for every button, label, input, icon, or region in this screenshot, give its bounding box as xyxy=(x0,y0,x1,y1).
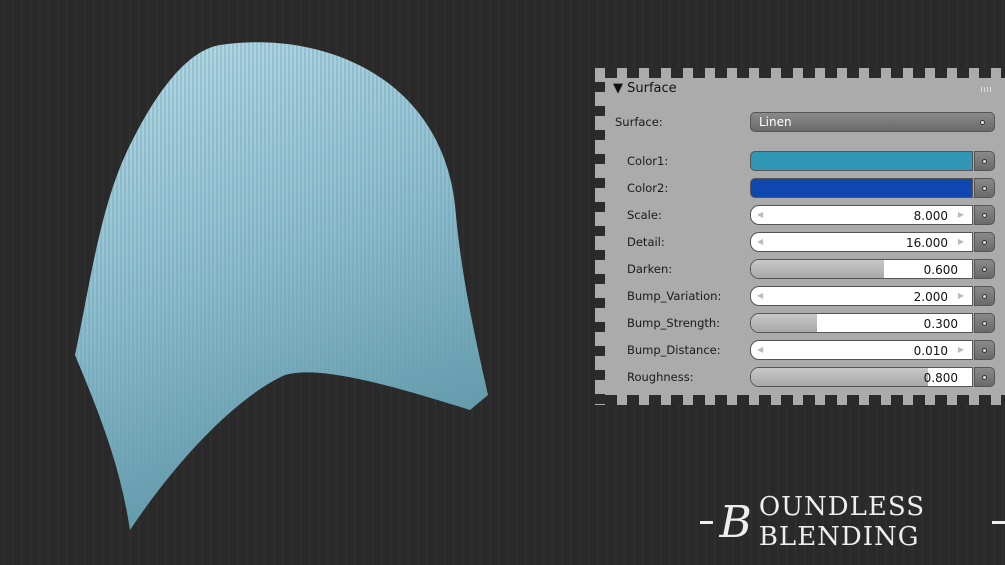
socket-link-button[interactable] xyxy=(974,205,995,225)
panel-title: Surface xyxy=(627,81,677,96)
slider-fill xyxy=(751,368,928,386)
socket-link-button[interactable] xyxy=(974,313,995,333)
perforated-edge xyxy=(595,68,1005,78)
increment-arrow-icon[interactable]: ▶ xyxy=(958,291,964,300)
surface-row: Surface: Linen xyxy=(595,112,1005,132)
property-label: Color2: xyxy=(627,181,669,195)
cloth-render xyxy=(75,42,488,531)
property-label: Color1: xyxy=(627,154,669,168)
decrement-arrow-icon[interactable]: ◀ xyxy=(757,291,763,300)
increment-arrow-icon[interactable]: ▶ xyxy=(958,237,964,246)
property-row: Color2: xyxy=(595,178,1005,198)
slider-field[interactable]: 0.800 xyxy=(750,367,973,387)
field-value: 0.300 xyxy=(923,317,958,331)
color-swatch[interactable] xyxy=(750,151,973,171)
number-field[interactable]: ◀ 2.000 ▶ xyxy=(750,286,973,306)
socket-link-button[interactable] xyxy=(974,259,995,279)
slider-field[interactable]: 0.300 xyxy=(750,313,973,333)
property-row: Roughness: 0.800 xyxy=(595,367,1005,387)
slider-fill xyxy=(751,314,818,332)
color-swatch[interactable] xyxy=(750,178,973,198)
decrement-arrow-icon[interactable]: ◀ xyxy=(757,210,763,219)
property-label: Bump_Variation: xyxy=(627,289,722,303)
field-value: 16.000 xyxy=(906,236,948,250)
property-label: Roughness: xyxy=(627,370,694,384)
surface-label: Surface: xyxy=(615,115,663,129)
property-row: Darken: 0.600 xyxy=(595,259,1005,279)
socket-link-button[interactable] xyxy=(974,367,995,387)
field-value: 2.000 xyxy=(913,290,948,304)
slider-fill xyxy=(751,260,884,278)
perforated-edge xyxy=(595,395,1005,405)
property-label: Bump_Distance: xyxy=(627,343,721,357)
decrement-arrow-icon[interactable]: ◀ xyxy=(757,237,763,246)
property-row: Bump_Strength: 0.300 xyxy=(595,313,1005,333)
field-value: 0.010 xyxy=(913,344,948,358)
number-field[interactable]: ◀ 16.000 ▶ xyxy=(750,232,973,252)
property-label: Bump_Strength: xyxy=(627,316,721,330)
number-field[interactable]: ◀ 0.010 ▶ xyxy=(750,340,973,360)
boundless-blending-logo: B OUNDLESS BLENDING xyxy=(700,492,1005,552)
socket-link-button[interactable] xyxy=(974,232,995,252)
field-value: 0.800 xyxy=(923,371,958,385)
property-label: Scale: xyxy=(627,208,662,222)
socket-icon xyxy=(982,186,987,191)
socket-icon xyxy=(982,294,987,299)
increment-arrow-icon[interactable]: ▶ xyxy=(958,210,964,219)
socket-link-button[interactable] xyxy=(974,340,995,360)
property-row: Color1: xyxy=(595,151,1005,171)
increment-arrow-icon[interactable]: ▶ xyxy=(958,345,964,354)
socket-icon xyxy=(982,267,987,272)
property-row: Scale: ◀ 8.000 ▶ xyxy=(595,205,1005,225)
socket-icon xyxy=(982,240,987,245)
property-row: Bump_Distance: ◀ 0.010 ▶ xyxy=(595,340,1005,360)
field-value: 8.000 xyxy=(913,209,948,223)
decrement-arrow-icon[interactable]: ◀ xyxy=(757,345,763,354)
field-value: 0.600 xyxy=(923,263,958,277)
socket-icon xyxy=(982,321,987,326)
socket-link-button[interactable] xyxy=(974,178,995,198)
panel-header[interactable]: ▼ Surface xyxy=(613,81,677,96)
property-label: Darken: xyxy=(627,262,673,276)
property-row: Bump_Variation: ◀ 2.000 ▶ xyxy=(595,286,1005,306)
surface-value: Linen xyxy=(759,115,792,129)
property-label: Detail: xyxy=(627,235,665,249)
socket-icon xyxy=(982,213,987,218)
surface-dropdown[interactable]: Linen xyxy=(750,112,995,132)
slider-field[interactable]: 0.600 xyxy=(750,259,973,279)
socket-icon xyxy=(982,348,987,353)
socket-icon xyxy=(982,159,987,164)
socket-link-button[interactable] xyxy=(974,286,995,306)
dropdown-icon xyxy=(980,120,985,125)
property-row: Detail: ◀ 16.000 ▶ xyxy=(595,232,1005,252)
surface-panel: ▼ Surface Surface: Linen Color1: Color2: S… xyxy=(595,68,1005,405)
socket-link-button[interactable] xyxy=(974,151,995,171)
socket-icon xyxy=(982,375,987,380)
drag-grip-icon[interactable] xyxy=(981,87,993,92)
number-field[interactable]: ◀ 8.000 ▶ xyxy=(750,205,973,225)
